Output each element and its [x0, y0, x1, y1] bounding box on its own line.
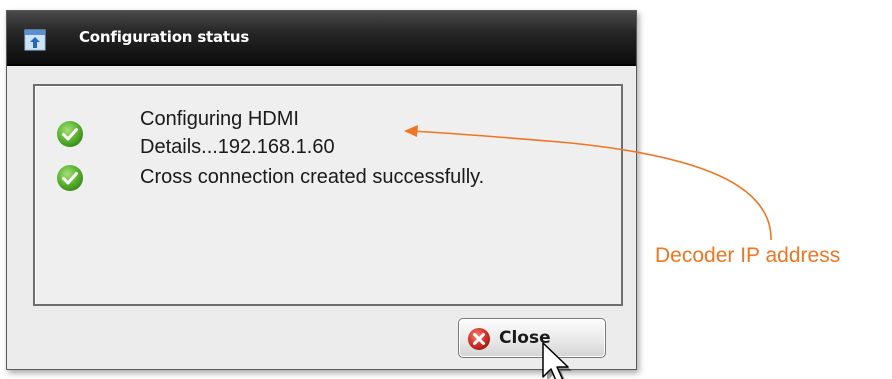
- check-circle-icon: [57, 121, 83, 147]
- screenshot-stage: Configuration status Configuring HDMI De…: [0, 0, 892, 379]
- check-circle-icon: [57, 165, 83, 191]
- annotation-label: Decoder IP address: [655, 244, 841, 267]
- status-line-configuring: Configuring HDMI: [140, 108, 299, 130]
- title-bar[interactable]: Configuration status: [7, 11, 636, 66]
- close-circle-icon: [468, 328, 490, 350]
- status-line-details-ip: Details...192.168.1.60: [140, 136, 335, 158]
- status-line-cross-connection: Cross connection created successfully.: [140, 166, 485, 188]
- mouse-pointer-icon: [542, 342, 572, 379]
- close-button[interactable]: Close: [458, 318, 606, 358]
- upload-window-icon: [24, 29, 46, 51]
- configuration-status-dialog: Configuration status Configuring HDMI De…: [6, 10, 637, 379]
- status-panel: Configuring HDMI Details...192.168.1.60: [33, 84, 623, 306]
- window-title: Configuration status: [79, 28, 250, 46]
